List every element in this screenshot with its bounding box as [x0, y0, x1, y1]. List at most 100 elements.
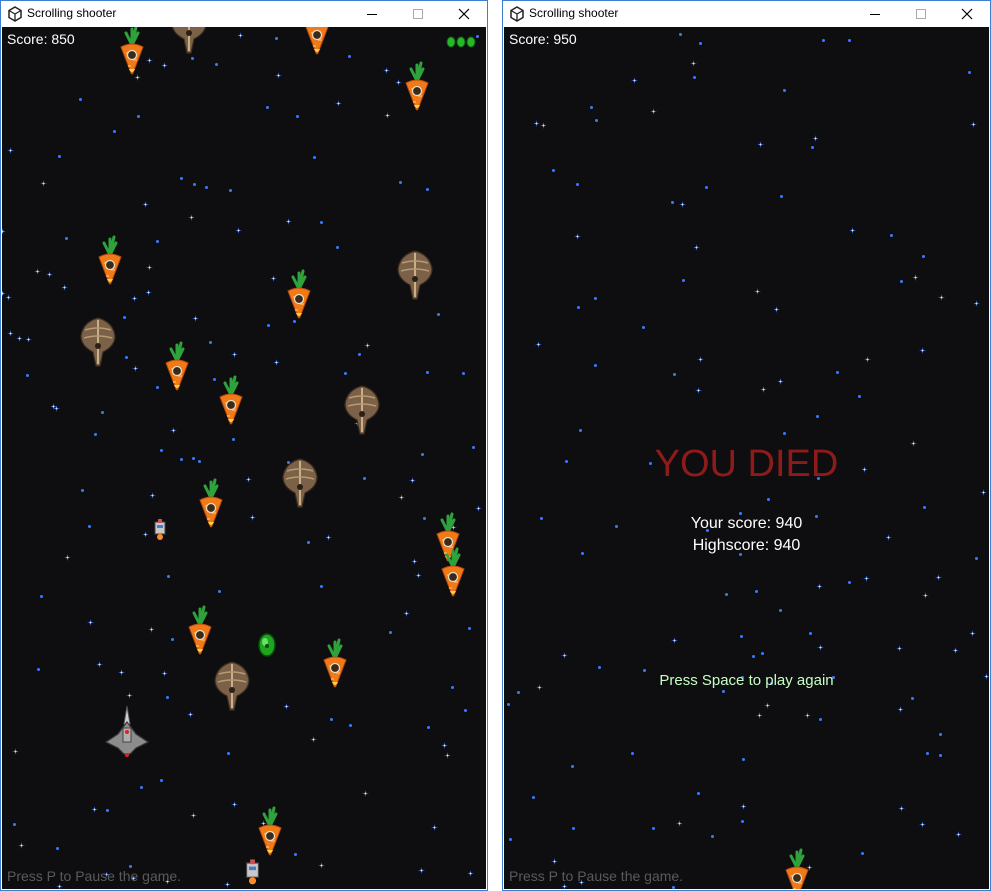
- star: [816, 638, 824, 651]
- star: [739, 634, 743, 638]
- star: [197, 459, 201, 463]
- star: [630, 751, 634, 755]
- star: [739, 797, 747, 810]
- beetle-ship-icon: [171, 27, 207, 54]
- title-bar[interactable]: Scrolling shooter: [1, 1, 487, 26]
- star: [967, 70, 971, 74]
- star: [190, 56, 194, 60]
- close-button[interactable]: [944, 1, 990, 26]
- player-ship-icon: [104, 705, 150, 757]
- star: [87, 524, 91, 528]
- star: [696, 791, 700, 795]
- star: [329, 717, 333, 721]
- star: [463, 708, 467, 712]
- star: [269, 269, 277, 282]
- final-score: Your score: 940: [690, 515, 803, 532]
- game-canvas[interactable]: Score: 950 YOU DIED Your score: 940 High…: [504, 27, 989, 889]
- star: [911, 268, 919, 281]
- star: [594, 118, 598, 122]
- star: [440, 736, 448, 749]
- pause-hint: Press P to Pause the game.: [509, 868, 684, 884]
- star: [450, 685, 454, 689]
- beetle-ship-icon: [344, 385, 380, 435]
- star: [112, 129, 116, 133]
- star: [649, 102, 657, 115]
- star: [57, 154, 61, 158]
- beetle-ship-icon: [397, 250, 433, 300]
- star: [576, 305, 580, 309]
- star: [191, 309, 199, 322]
- star: [937, 288, 945, 301]
- star: [388, 630, 392, 634]
- star: [760, 651, 764, 655]
- star: [93, 432, 97, 436]
- star: [55, 846, 59, 850]
- star: [265, 105, 269, 109]
- beetle-ship-icon: [214, 661, 250, 711]
- star: [105, 808, 109, 812]
- carrot-icon: [199, 478, 223, 528]
- star: [756, 135, 764, 148]
- star: [426, 725, 430, 729]
- star: [192, 182, 196, 186]
- star: [672, 372, 676, 376]
- title-bar[interactable]: Scrolling shooter: [503, 1, 990, 26]
- star: [754, 589, 758, 593]
- star: [292, 319, 296, 323]
- star: [570, 764, 574, 768]
- star: [550, 852, 558, 865]
- close-button[interactable]: [441, 1, 487, 26]
- star: [815, 577, 823, 590]
- star: [972, 294, 980, 307]
- beetle-ship-icon: [80, 317, 116, 367]
- star: [862, 569, 870, 582]
- maximize-button[interactable]: [898, 1, 944, 26]
- star: [678, 32, 682, 36]
- star: [2, 222, 6, 235]
- star: [724, 592, 728, 596]
- star: [284, 212, 292, 225]
- star: [36, 667, 40, 671]
- carrot-icon: [441, 547, 465, 597]
- maximize-button[interactable]: [395, 1, 441, 26]
- window-title: Scrolling shooter: [27, 6, 117, 20]
- carrot-icon: [785, 848, 809, 889]
- star: [144, 283, 152, 296]
- unity-app-icon: [509, 6, 525, 22]
- star: [420, 452, 424, 456]
- game-canvas[interactable]: Score: 850 Press P to Pause the game.: [2, 27, 486, 889]
- star: [417, 861, 425, 874]
- minimize-button[interactable]: [349, 1, 395, 26]
- star: [651, 888, 655, 889]
- star: [704, 185, 708, 189]
- star: [810, 145, 814, 149]
- game-window-right: Scrolling shooter Score: 950 YOU DIED Yo…: [502, 0, 991, 891]
- star: [408, 471, 416, 484]
- star: [334, 94, 342, 107]
- star: [815, 414, 819, 418]
- star: [244, 470, 252, 483]
- star: [191, 456, 195, 460]
- star: [117, 663, 125, 676]
- carrot-icon: [219, 375, 243, 425]
- star: [214, 62, 218, 66]
- drone-icon: [245, 858, 259, 884]
- star: [918, 341, 926, 354]
- game-window-left: Scrolling shooter Score: 850 Press P to …: [0, 0, 488, 891]
- star: [217, 589, 221, 593]
- star: [363, 336, 371, 349]
- star: [295, 114, 299, 118]
- minimize-button[interactable]: [852, 1, 898, 26]
- star: [753, 282, 761, 295]
- star: [506, 702, 510, 706]
- star: [223, 875, 231, 888]
- star: [309, 730, 317, 743]
- star: [772, 300, 780, 313]
- carrot-icon: [188, 605, 212, 655]
- star: [179, 457, 183, 461]
- star: [141, 195, 149, 208]
- star: [808, 631, 812, 635]
- star: [508, 837, 512, 841]
- star: [410, 552, 418, 565]
- star: [125, 686, 133, 699]
